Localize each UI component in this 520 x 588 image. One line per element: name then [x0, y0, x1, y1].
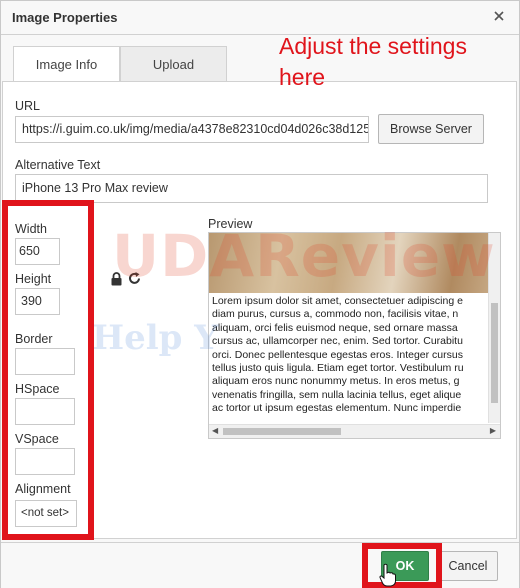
tab-upload[interactable]: Upload: [120, 46, 227, 82]
alt-text-input[interactable]: iPhone 13 Pro Max review: [15, 174, 488, 203]
browse-server-button[interactable]: Browse Server: [378, 114, 484, 144]
preview-image: [209, 233, 494, 293]
close-icon[interactable]: [491, 8, 507, 24]
preview-horizontal-scroll-thumb[interactable]: [223, 428, 341, 435]
preview-text: Lorem ipsum dolor sit amet, consectetuer…: [212, 295, 464, 415]
dialog-titlebar: Image Properties: [1, 1, 519, 35]
tab-image-info[interactable]: Image Info: [13, 46, 120, 83]
highlight-dimension-fields: [2, 200, 94, 540]
preview-horizontal-scrollbar[interactable]: ◀ ▶: [209, 424, 500, 438]
dialog-title: Image Properties: [12, 10, 118, 25]
preview-label: Preview: [208, 217, 253, 231]
preview-box: Lorem ipsum dolor sit amet, consectetuer…: [208, 232, 501, 439]
reset-size-icon[interactable]: [127, 271, 142, 286]
url-label: URL: [15, 99, 41, 113]
highlight-ok-button: [362, 543, 442, 588]
scroll-left-icon[interactable]: ◀: [212, 426, 218, 435]
preview-vertical-scrollbar[interactable]: [488, 233, 500, 423]
annotation-text: Adjust the settings here: [279, 33, 467, 90]
alt-text-label: Alternative Text: [15, 158, 101, 172]
hand-cursor-icon: [379, 563, 396, 587]
url-input[interactable]: https://i.guim.co.uk/img/media/a4378e823…: [15, 116, 369, 143]
lock-icon[interactable]: [110, 272, 123, 286]
cancel-button[interactable]: Cancel: [438, 551, 498, 581]
scroll-right-icon[interactable]: ▶: [490, 426, 496, 435]
preview-vertical-scroll-thumb[interactable]: [491, 303, 498, 403]
